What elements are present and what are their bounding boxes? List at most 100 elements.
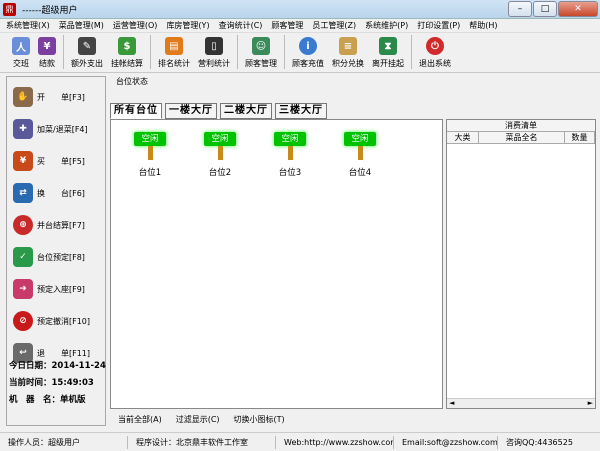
consumption-header: 大类 菜品全名 数量 (447, 132, 595, 144)
table-stand-icon (147, 146, 153, 160)
consumption-panel: 消费清单 大类 菜品全名 数量 ◄ ► (446, 119, 596, 409)
table-item-1[interactable]: 空闲台位1 (129, 132, 171, 178)
seat-button[interactable]: ➜ 预定入座[F9] (7, 273, 105, 305)
table-status-badge: 空闲 (204, 132, 236, 146)
status-qq: 咨询QQ:4436525 (506, 437, 573, 447)
tab-floor2[interactable]: 二楼大厅 (220, 103, 272, 119)
seat-icon: ➜ (13, 279, 33, 299)
people-icon: 人 (12, 37, 30, 55)
table-stand-icon (217, 146, 223, 160)
menu-warehouse[interactable]: 库房管理(Y) (166, 20, 209, 31)
cancel-icon: ⊘ (13, 311, 33, 331)
close-button[interactable]: ✕ (558, 1, 598, 17)
table-status-label: 台位状态 (116, 77, 148, 86)
scroll-left-icon[interactable]: ◄ (449, 399, 454, 408)
table-status-badge: 空闲 (344, 132, 376, 146)
power-icon: ⏻ (426, 37, 444, 55)
table-item-3[interactable]: 空闲 台位3 (269, 132, 311, 178)
menu-print[interactable]: 打印设置(P) (417, 20, 460, 31)
chart-icon: ▤ (165, 37, 183, 55)
app-icon: 鼎 (3, 2, 16, 16)
checkout-button[interactable]: ¥ 结款 (34, 33, 60, 71)
recharge-button[interactable]: i 顾客充值 (288, 33, 328, 71)
menu-maintenance[interactable]: 系统维护(P) (365, 20, 408, 31)
extra-expense-button[interactable]: ✎ 额外支出 (67, 33, 107, 71)
open-order-icon: ✋ (13, 87, 33, 107)
points-button[interactable]: ≡ 积分兑换 (328, 33, 368, 71)
table-item-2[interactable]: 空闲台位2 (199, 132, 241, 178)
menu-bar: 系统管理(X) 菜品管理(M) 运营管理(O) 库房管理(Y) 查询统计(C) … (0, 19, 600, 33)
merge-settle-button[interactable]: ⊕ 并台结算[F7] (7, 209, 105, 241)
table-name: 台位2 (208, 168, 232, 178)
minimize-button[interactable]: – (508, 1, 532, 17)
table-name: 台位4 (348, 168, 372, 178)
table-stand-icon (357, 146, 363, 160)
status-designer: 程序设计：北京鼎丰软件工作室 (128, 435, 276, 449)
table-name: 台位1 (138, 168, 162, 178)
menu-system[interactable]: 系统管理(X) (6, 20, 50, 31)
pay-icon: ¥ (13, 151, 33, 171)
scroll-icon: ≡ (339, 37, 357, 55)
tab-all[interactable]: 所有台位 (110, 103, 162, 119)
floor-tabs: 所有台位 一楼大厅 二楼大厅 三楼大厅 (110, 103, 327, 119)
menu-dishes[interactable]: 菜品管理(M) (59, 20, 104, 31)
money-icon: $ (118, 37, 136, 55)
suspend-button[interactable]: ⧗ 离开挂起 (368, 33, 408, 71)
add-dish-icon: ✚ (13, 119, 33, 139)
menu-help[interactable]: 帮助(H) (469, 20, 497, 31)
machine-name: 机 器 名：单机版 (9, 395, 86, 405)
phone-icon: ▯ (205, 37, 223, 55)
exit-button[interactable]: ⏻ 退出系统 (415, 33, 455, 71)
ranking-button[interactable]: ▤ 排名统计 (154, 33, 194, 71)
small-icon-button[interactable]: 切换小图标(T) (234, 414, 285, 425)
menu-customers[interactable]: 顾客管理 (271, 20, 303, 31)
customer-mgmt-button[interactable]: ☺ 顾客管理 (241, 33, 281, 71)
table-status-badge: 空闲 (134, 132, 166, 146)
filter-button[interactable]: 过滤显示(C) (176, 414, 220, 425)
scroll-right-icon[interactable]: ► (588, 399, 593, 408)
shift-button[interactable]: 人交班 (8, 33, 34, 71)
hourglass-icon: ⧗ (379, 37, 397, 55)
swap-table-button[interactable]: ⇄ 换 台[F6] (7, 177, 105, 209)
maximize-button[interactable]: □ (533, 1, 557, 17)
menu-query[interactable]: 查询统计(C) (219, 20, 263, 31)
table-name: 台位3 (278, 168, 302, 178)
toolbar: 人交班 ¥ 结款 ✎ 额外支出 $ 挂帐结算 ▤ 排名统计 ▯ 营利统计 ☺ 顾客管理 i顾… (0, 33, 600, 73)
status-email: Email:soft@zzshow.com (394, 435, 498, 449)
table-item-4[interactable]: 空闲台位4 (339, 132, 381, 178)
table-stand-icon (287, 146, 293, 160)
merge-icon: ⊕ (13, 215, 33, 235)
pay-button[interactable]: ¥ 买 单[F5] (7, 145, 105, 177)
col-dish-name[interactable]: 菜品全名 (479, 132, 565, 143)
add-dish-button[interactable]: ✚ 加菜/退菜[F4] (7, 113, 105, 145)
table-area: 空闲台位1 空闲台位2 空闲 台位3 空闲台位4 (110, 119, 443, 409)
swap-icon: ⇄ (13, 183, 33, 203)
status-web: Web:http://www.zzshow.com (276, 435, 394, 449)
users-icon: ☺ (252, 37, 270, 55)
tab-floor3[interactable]: 三楼大厅 (275, 103, 327, 119)
view-actions: 当前全部(A) 过滤显示(C) 切换小图标(T) (110, 412, 443, 426)
consumption-title: 消费清单 (447, 120, 595, 132)
menu-operations[interactable]: 运营管理(O) (113, 20, 158, 31)
credit-settle-button[interactable]: $ 挂帐结算 (107, 33, 147, 71)
status-bar: 操作人员：超级用户 程序设计：北京鼎丰软件工作室 Web:http://www.… (0, 432, 600, 451)
col-category[interactable]: 大类 (447, 132, 479, 143)
reserve-icon: ✓ (13, 247, 33, 267)
show-all-button[interactable]: 当前全部(A) (118, 414, 162, 425)
profit-button[interactable]: ▯ 营利统计 (194, 33, 234, 71)
current-time: 当前时间：15:49:03 (9, 378, 94, 388)
cancel-reserve-button[interactable]: ⊘ 预定撤消[F10] (7, 305, 105, 337)
tab-floor1[interactable]: 一楼大厅 (165, 103, 217, 119)
pen-icon: ✎ (78, 37, 96, 55)
open-order-button[interactable]: ✋ 开 单[F3] (7, 81, 105, 113)
info-icon: i (299, 37, 317, 55)
reserve-button[interactable]: ✓ 台位预定[F8] (7, 241, 105, 273)
window-title: ------超级用户 (22, 5, 78, 16)
left-panel: ✋ 开 单[F3] ✚ 加菜/退菜[F4] ¥ 买 单[F5] ⇄ 换 台[F6] ⊕ 并… (6, 76, 106, 426)
menu-staff[interactable]: 员工管理(Z) (312, 20, 356, 31)
status-operator: 操作人员：超级用户 (0, 435, 128, 449)
horizontal-scrollbar[interactable]: ◄ ► (447, 398, 595, 408)
today-date: 今日日期：2014-11-24 (9, 361, 106, 371)
col-quantity[interactable]: 数量 (565, 132, 595, 143)
title-bar: 鼎 ------超级用户 – □ ✕ (0, 0, 600, 19)
